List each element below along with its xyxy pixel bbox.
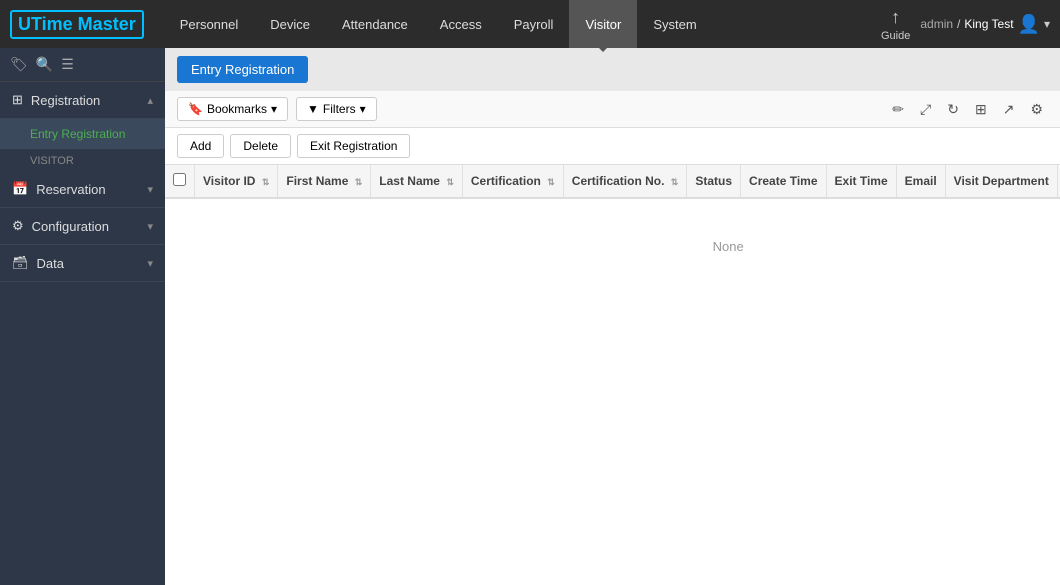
bookmarks-chevron-icon: ▾ [271,102,277,116]
col-create-time: Create Time [741,165,826,198]
bookmark-icon: 🔖 [188,102,203,116]
table-header-row: Visitor ID ⇅ First Name ⇅ Last Name ⇅ [165,165,1060,198]
col-first-name: First Name ⇅ [278,165,371,198]
toolbar-left: 🔖 Bookmarks ▾ ▼ Filters ▾ [177,97,377,121]
nav-access[interactable]: Access [424,0,498,48]
user-avatar-icon: 👤 [1018,14,1040,35]
delete-button[interactable]: Delete [230,134,291,158]
table-empty-message: None [165,198,1060,294]
data-label: Data [37,256,64,271]
main-layout: 🏷 🔍 ☰ ⊞ Registration ▴ Entry Registratio… [0,48,1060,585]
add-button[interactable]: Add [177,134,224,158]
checkbox-col-header[interactable] [165,165,195,198]
sidebar-item-entry-registration[interactable]: Entry Registration [0,119,165,149]
main-content: Entry Registration 🔖 Bookmarks ▾ ▼ Filte… [165,48,1060,585]
sort-first-name-icon[interactable]: ⇅ [355,177,363,187]
sort-certification-no-icon[interactable]: ⇅ [671,177,679,187]
filter-icon: ▼ [307,102,319,116]
expand-icon-btn[interactable]: ⤢ [915,98,936,121]
settings-icon-btn[interactable]: ⚙ [1025,98,1048,121]
guide-button[interactable]: ↑ Guide [881,7,910,42]
nav-attendance[interactable]: Attendance [326,0,424,48]
refresh-icon-btn[interactable]: ↻ [942,98,964,121]
col-certification-no: Certification No. ⇅ [563,165,687,198]
registration-label: Registration [31,93,100,108]
bookmarks-label: Bookmarks [207,102,267,116]
filters-chevron-icon: ▾ [360,102,366,116]
logo-text: UTime Master [10,10,144,39]
entry-registration-tab[interactable]: Entry Registration [177,56,308,83]
share-icon-btn[interactable]: ↗ [998,98,1020,121]
sub-header: Entry Registration [165,48,1060,91]
col-last-name: Last Name ⇅ [371,165,463,198]
guide-icon: ↑ [891,7,900,28]
nav-device[interactable]: Device [254,0,326,48]
select-all-checkbox[interactable] [173,173,186,186]
sidebar-configuration[interactable]: ⚙ Configuration ▾ [0,208,165,245]
toolbar: 🔖 Bookmarks ▾ ▼ Filters ▾ ✏ ⤢ ↻ ⊞ ↗ ⚙ [165,91,1060,128]
sidebar: 🏷 🔍 ☰ ⊞ Registration ▴ Entry Registratio… [0,48,165,585]
grid-icon-btn[interactable]: ⊞ [970,98,992,121]
nav-personnel[interactable]: Personnel [164,0,255,48]
entry-registration-link-label: Entry Registration [30,127,125,141]
action-bar: Add Delete Exit Registration [165,128,1060,165]
sidebar-toolbar: 🏷 🔍 ☰ [0,48,165,82]
sidebar-registration[interactable]: ⊞ Registration ▴ [0,82,165,119]
tag-icon[interactable]: 🏷 [10,56,28,73]
nav-right: ↑ Guide admin / King Test 👤 ▾ [881,7,1050,42]
data-icon: 🗃 [12,255,29,271]
data-arrow-icon: ▾ [147,257,153,270]
sort-certification-icon[interactable]: ⇅ [547,177,555,187]
nav-payroll[interactable]: Payroll [498,0,570,48]
col-visit-dept: Visit Department [945,165,1057,198]
user-name: King Test [964,17,1013,31]
configuration-icon: ⚙ [12,218,24,234]
reservation-icon: 📅 [12,181,28,197]
toolbar-right: ✏ ⤢ ↻ ⊞ ↗ ⚙ [887,98,1048,121]
table-wrapper: Visitor ID ⇅ First Name ⇅ Last Name ⇅ [165,165,1060,585]
top-nav: UTime Master Personnel Device Attendance… [0,0,1060,48]
nav-system[interactable]: System [637,0,712,48]
col-visitor-id: Visitor ID ⇅ [195,165,278,198]
nav-items: Personnel Device Attendance Access Payro… [164,0,881,48]
list-icon[interactable]: ☰ [61,56,74,73]
guide-label: Guide [881,30,910,42]
search-sidebar-icon[interactable]: 🔍 [36,56,53,73]
user-menu[interactable]: admin / King Test 👤 ▾ [920,14,1050,35]
sidebar-data[interactable]: 🗃 Data ▾ [0,245,165,282]
logo: UTime Master [10,10,144,39]
col-status: Status [687,165,741,198]
visitor-table: Visitor ID ⇅ First Name ⇅ Last Name ⇅ [165,165,1060,294]
sort-visitor-id-icon[interactable]: ⇅ [262,177,270,187]
table-empty-row: None [165,198,1060,294]
user-admin: admin [920,17,953,31]
bookmarks-button[interactable]: 🔖 Bookmarks ▾ [177,97,288,121]
sort-last-name-icon[interactable]: ⇅ [446,177,454,187]
filters-button[interactable]: ▼ Filters ▾ [296,97,377,121]
reservation-arrow-icon: ▾ [147,183,153,196]
col-certification: Certification ⇅ [462,165,563,198]
col-email: Email [896,165,945,198]
table-body: None [165,198,1060,294]
col-exit-time: Exit Time [826,165,896,198]
registration-icon: ⊞ [12,92,23,108]
sidebar-reservation[interactable]: 📅 Reservation ▾ [0,171,165,208]
nav-visitor[interactable]: Visitor [569,0,637,48]
edit-icon-btn[interactable]: ✏ [887,98,909,121]
user-slash: / [957,17,960,31]
reservation-label: Reservation [36,182,105,197]
exit-registration-button[interactable]: Exit Registration [297,134,410,158]
configuration-label: Configuration [32,219,109,234]
configuration-arrow-icon: ▾ [147,220,153,233]
filters-label: Filters [323,102,356,116]
user-chevron-icon: ▾ [1044,17,1050,31]
sidebar-visitor-sub-label: Visitor [0,149,165,171]
registration-arrow-icon: ▴ [147,94,153,107]
